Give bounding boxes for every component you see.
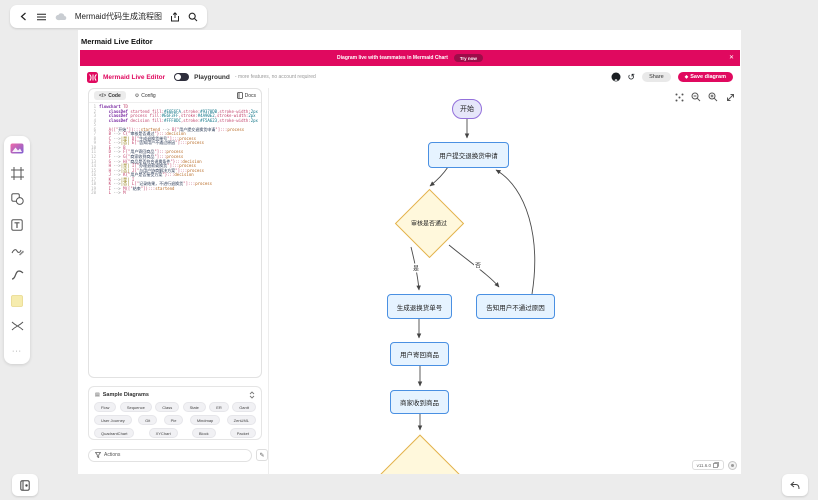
flowchart-node-B: 用户提交退换货申请 [428,142,509,168]
sample-chip-xychart[interactable]: XYChart [148,428,178,438]
sample-chip-pie[interactable]: Pie [163,415,184,425]
code-panel: </> Code ⚙ Config Docs 1 flowchart TD 2 cl [88,88,262,378]
share-button[interactable]: Share [642,72,671,82]
gear-icon: ⚙ [134,92,140,99]
reply-button[interactable] [782,474,808,496]
theme-toggle-icon[interactable] [728,460,737,470]
history-icon[interactable]: ↺ [628,72,636,82]
book-icon [236,92,243,99]
sample-chip-flow[interactable]: Flow [94,402,117,412]
shapes-icon[interactable] [10,192,25,207]
sample-chip-block[interactable]: Block [191,428,216,438]
editor-header: Mermaid Live Editor Playground - more fe… [80,68,740,86]
sample-chip-sequence[interactable]: Sequence [119,402,152,412]
page-title: Mermaid Live Editor [81,37,153,46]
window-title: Mermaid代码生成流程图 [74,12,162,21]
connector-icon[interactable] [10,319,25,334]
brand-title: Mermaid Live Editor [103,73,166,81]
fullscreen-icon[interactable] [724,91,736,103]
code-editor[interactable]: 1 flowchart TD 2 classDef startend fill:#E… [89,103,261,377]
close-icon[interactable]: ✕ [729,54,734,61]
promo-banner: Diagram live with teammates in Mermaid C… [80,50,740,66]
pen-icon[interactable] [10,243,25,258]
save-icon: ◆ [684,74,689,79]
playground-toggle[interactable] [174,72,190,82]
edge-label-是: 是 [411,263,421,273]
sample-chip-class[interactable]: Class [155,402,180,412]
actions-label: Actions [104,452,121,458]
samples-icon: ▤ [95,392,100,398]
more-tools-icon[interactable]: ··· [10,344,25,359]
edit-icon[interactable]: ✎ [256,449,268,461]
sample-chip-quadrantchart[interactable]: QuadrantChart [94,428,135,438]
funnel-icon [95,452,101,458]
flowchart-node-G: 商家收到商品 [390,390,449,414]
code-tabs: </> Code ⚙ Config Docs [89,89,261,103]
journal-export-button[interactable] [12,474,38,496]
pan-icon[interactable] [673,91,685,103]
sample-chip-rows: Flow Sequence Class State ER Gantt User Journe… [89,401,261,442]
left-toolbar: ··· [4,136,30,364]
diagram-panel: 开始用户提交退换货申请审核是否通过生成退换货单号 告知用户不通过原因用户寄回商品商… [268,88,741,474]
cloud-status-icon [55,11,67,23]
sample-chip-git[interactable]: Git [138,415,158,425]
version-badge[interactable]: v11.6.0 [691,460,724,470]
sample-chip-user-journey[interactable]: User Journey [94,415,132,425]
export-book-icon [20,479,30,491]
flowchart-node-F: 用户寄回商品 [390,342,449,366]
flowchart-node-D: 生成退换货单号 [387,294,452,319]
actions-bar[interactable]: Actions [88,448,252,462]
try-now-button[interactable]: Try now [453,54,483,62]
sample-chip-mindmap[interactable]: Mindmap [189,415,221,425]
menu-icon[interactable] [37,11,47,23]
tab-config[interactable]: ⚙ Config [130,91,161,100]
mermaid-page: Mermaid Live Editor Diagram live with te… [78,30,741,474]
sample-chip-state[interactable]: State [182,402,206,412]
github-icon[interactable] [611,72,621,82]
search-icon[interactable] [188,11,198,23]
sample-chip-zenuml[interactable]: ZenUML [226,415,256,425]
code-icon: </> [99,92,107,99]
editor-workspace: </> Code ⚙ Config Docs 1 flowchart TD 2 cl [78,88,741,474]
left-column: </> Code ⚙ Config Docs 1 flowchart TD 2 cl [88,88,284,474]
diagram-controls [673,91,736,103]
text-icon[interactable] [10,217,25,232]
zoom-out-icon[interactable] [690,91,702,103]
sample-diagrams-panel: ▤ Sample Diagrams Flow Sequence Class State… [88,386,262,440]
flowchart-node-start: 开始 [452,99,482,119]
samples-title: Sample Diagrams [102,392,149,398]
frame-icon[interactable] [10,166,25,181]
copy-icon [713,462,719,468]
tab-code[interactable]: </> Code [94,91,126,100]
browser-topbar: Mermaid代码生成流程图 [10,5,207,28]
flowchart-label-C: 审核是否通过 [410,221,448,228]
playground-label: Playground [194,73,230,81]
mermaid-logo [87,71,98,83]
edge-label-否: 否 [473,260,483,270]
save-diagram-button[interactable]: ◆ Save diagram [677,72,733,82]
sample-chip-er[interactable]: ER [209,402,229,412]
reply-arrow-icon [790,481,800,489]
banner-text: Diagram live with teammates in Mermaid C… [337,55,448,61]
actions-row: Actions ✎ ▦ [88,448,298,462]
flowchart-node-E: 告知用户不通过原因 [476,294,555,319]
sticky-note-icon[interactable] [10,293,25,308]
code-line: 20 L --> M [91,190,126,196]
docs-link[interactable]: Docs [236,92,256,99]
image-icon[interactable] [10,141,25,156]
version-row: v11.6.0 [691,460,737,470]
chevron-up-down-icon[interactable] [249,391,255,399]
code-line: 4 classDef decision fill:#FFF8DC,stroke:… [93,117,258,123]
sample-chip-packet[interactable]: Packet [229,428,256,438]
screen: Mermaid代码生成流程图 ··· Mermaid Live Editor D… [0,0,818,500]
export-icon[interactable] [170,11,180,23]
back-icon[interactable] [19,11,29,23]
playground-note: - more features, no account required [234,74,316,80]
zoom-in-icon[interactable] [707,91,719,103]
curve-icon[interactable] [10,268,25,283]
sample-chip-gantt[interactable]: Gantt [232,402,256,412]
